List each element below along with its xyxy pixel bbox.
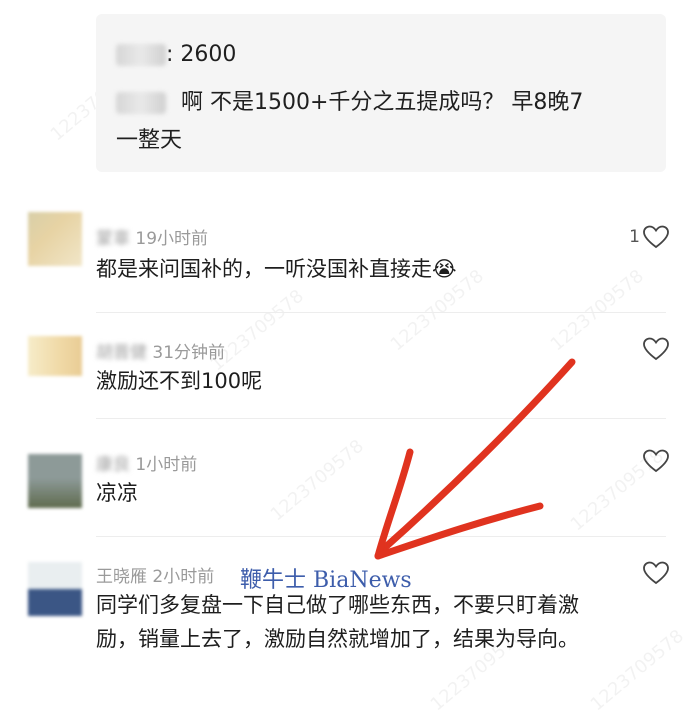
quote-line-3: 一整天 [116, 128, 183, 153]
comment-meta: 胡晋健 31分钟前 [96, 338, 225, 363]
quoted-reply: : 2600 啊 不是1500+千分之五提成吗？ 早8晚7 一整天 [96, 14, 666, 172]
like-button[interactable] [642, 336, 670, 362]
comment-meta: 王晓雁 2小时前 [96, 562, 214, 587]
quote-value: : 2600 [166, 42, 237, 67]
commenter-name[interactable]: 蒙辜 [96, 229, 130, 249]
divider [96, 312, 666, 313]
comment-time: 2小时前 [152, 567, 215, 587]
brand-logo: 鞭牛士 BiaNews [240, 568, 412, 593]
comment-meta: 蒙辜 19小时前 [96, 224, 208, 249]
avatar[interactable] [28, 336, 82, 376]
avatar[interactable] [28, 562, 82, 616]
comment-time: 31分钟前 [152, 343, 226, 363]
like-count: 1 [629, 227, 640, 247]
comment-text: 都是来问国补的，一听没国补直接走😭 [96, 257, 457, 281]
blurred-name [116, 44, 166, 66]
comment-time: 1小时前 [135, 455, 198, 475]
like-button[interactable] [642, 560, 670, 586]
divider [96, 536, 666, 537]
comment-text: 同学们多复盘一下自己做了哪些东西，不要只盯着激励，销量上去了，激励自然就增加了，… [96, 593, 579, 651]
like-button[interactable]: 1 [629, 224, 670, 250]
commenter-name[interactable]: 王晓雁 [96, 567, 147, 587]
commenter-name[interactable]: 胡晋健 [96, 343, 147, 363]
commenter-name[interactable]: 康良 [96, 455, 130, 475]
blurred-name [116, 92, 166, 114]
quote-line-2: 啊 不是1500+千分之五提成吗？ 早8晚7 [116, 84, 583, 116]
quote-text: 啊 不是1500+千分之五提成吗？ 早8晚7 [181, 90, 584, 115]
like-button[interactable] [642, 448, 670, 474]
comment-meta: 康良 1小时前 [96, 450, 197, 475]
comment-time: 19小时前 [135, 229, 209, 249]
heart-outline-icon [643, 337, 669, 361]
heart-outline-icon [643, 449, 669, 473]
avatar[interactable] [28, 454, 82, 508]
avatar[interactable] [28, 212, 82, 266]
quote-line-1: : 2600 [116, 42, 236, 67]
divider [96, 418, 666, 419]
heart-outline-icon [643, 225, 669, 249]
comment-text: 凉凉 [96, 481, 138, 505]
heart-outline-icon [643, 561, 669, 585]
comment-text: 激励还不到100呢 [96, 369, 263, 393]
